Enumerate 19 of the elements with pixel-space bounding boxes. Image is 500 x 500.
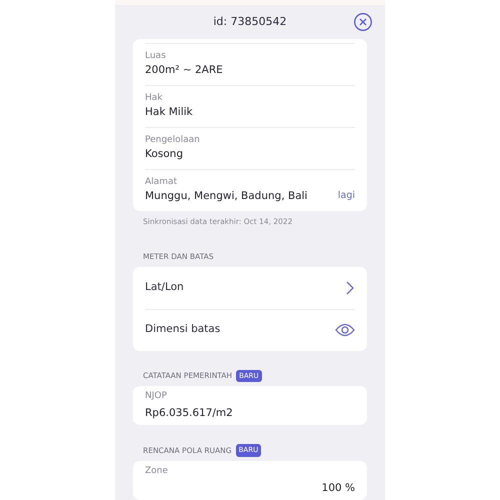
- field-label: Alamat: [145, 176, 178, 189]
- eye-icon: [335, 323, 355, 337]
- close-button[interactable]: [353, 12, 373, 32]
- list-item[interactable]: Lat/Lon: [145, 266, 355, 308]
- field-value: Kosong: [145, 147, 184, 162]
- field-value: 200m² ~ 2ARE: [145, 63, 223, 78]
- field-label: Pengelolaan: [145, 134, 201, 147]
- field-label: NJOP: [145, 390, 168, 403]
- field-value: Rp6.035.617/m2: [145, 407, 233, 419]
- field-value: Munggu, Mengwi, Badung, Bali: [145, 189, 308, 204]
- field-label: Hak: [145, 92, 164, 105]
- header-title: id: 73850542: [213, 15, 287, 28]
- chevron-right-icon: [345, 280, 355, 294]
- field-label: Zone: [145, 464, 169, 478]
- list-item[interactable]: Dimensi batas: [145, 308, 355, 350]
- field-value: Hak Milik: [145, 105, 193, 120]
- field-label: Luas: [145, 50, 167, 63]
- field-value: 100 %: [322, 482, 355, 494]
- more-link[interactable]: lagi: [338, 189, 355, 204]
